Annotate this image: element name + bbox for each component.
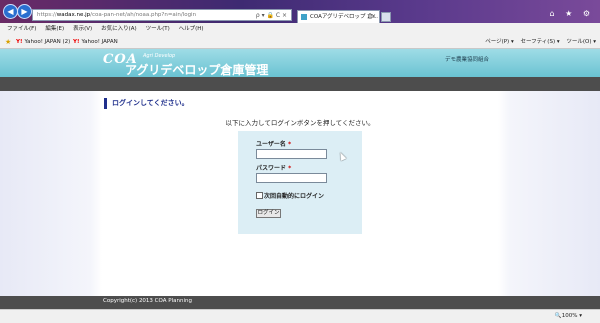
main-content: ログインしてください。 以下に入力してログインボタンを押してください。 ユーザー… (0, 91, 600, 296)
copyright-text: Copyright(c) 2013 COA Planning (103, 298, 192, 304)
tab-close-icon[interactable]: × (371, 11, 376, 23)
site-footer: Copyright(c) 2013 COA Planning (0, 296, 600, 309)
favorite-yahoo[interactable]: Y! Yahoo! JAPAN (73, 36, 118, 48)
tools-menu[interactable]: ツール(O) ▾ (566, 39, 596, 45)
url-domain: wadax.ne.jp (56, 12, 91, 18)
username-input[interactable] (256, 149, 327, 159)
organization-name: デモ農業協同組合 (445, 57, 490, 63)
site-logo-title: アグリデベロップ倉庫管理 (125, 63, 269, 77)
safety-menu[interactable]: セーフティ(S) ▾ (520, 39, 559, 45)
menu-file[interactable]: ファイル(F) (7, 23, 36, 36)
page-menu[interactable]: ページ(P) ▾ (485, 39, 514, 45)
site-favicon-icon (301, 14, 307, 20)
home-favorites-settings-icons[interactable]: ⌂ ★ ⚙ (549, 9, 594, 18)
tab-title: COAアグリデベロップ 倉... (310, 14, 379, 20)
menu-tools[interactable]: ツール(T) (146, 23, 170, 36)
password-input[interactable] (256, 173, 327, 183)
browser-titlebar: ◀ ▶ https://wadax.ne.jp/coa-pan-net/ah/n… (0, 0, 600, 23)
remember-label: 次回自動的にログイン (264, 193, 325, 200)
username-label: ユーザー名 * (256, 141, 292, 148)
browser-tab[interactable]: COAアグリデベロップ 倉... × (297, 10, 380, 23)
yahoo-icon: Y! (16, 39, 23, 45)
favorites-bar: ★ Y! Yahoo! JAPAN (2) Y! Yahoo! JAPAN ページ(… (0, 36, 600, 49)
url-prefix: https:// (37, 12, 57, 18)
forward-button[interactable]: ▶ (17, 4, 32, 19)
login-form: ユーザー名 * パスワード * 次回自動的にログイン ログイン (238, 131, 362, 234)
favorite-yahoo-2[interactable]: Y! Yahoo! JAPAN (2) (16, 36, 70, 48)
browser-statusbar: 🔍100% ▾ (0, 309, 600, 323)
menu-help[interactable]: ヘルプ(H) (179, 23, 204, 36)
back-button[interactable]: ◀ (3, 4, 18, 19)
site-logo-sub: Agri Develop (143, 53, 176, 59)
address-tools[interactable]: ρ ▾ 🔒 C × (256, 10, 287, 20)
zoom-control[interactable]: 🔍100% ▾ (555, 310, 582, 323)
menu-bar: ファイル(F) 編集(E) 表示(V) お気に入り(A) ツール(T) ヘルプ(… (0, 23, 600, 36)
page-title: ログインしてください。 (104, 98, 189, 109)
url-path: /coa-pan-net/ah/noaa.php?n=ain/login (90, 12, 197, 18)
login-instruction: 以下に入力してログインボタンを押してください。 (225, 119, 375, 127)
favorites-star-icon[interactable]: ★ (5, 36, 11, 48)
command-bar: ページ(P) ▾ セーフティ(S) ▾ ツール(O) ▾ (480, 36, 596, 48)
menu-edit[interactable]: 編集(E) (45, 23, 64, 36)
address-bar[interactable]: https://wadax.ne.jp/coa-pan-net/ah/noaa.… (32, 9, 292, 21)
remember-checkbox[interactable] (256, 192, 263, 199)
required-mark: * (287, 141, 292, 148)
login-button[interactable]: ログイン (256, 209, 281, 218)
header-dark-bar (0, 77, 600, 91)
yahoo-icon: Y! (73, 39, 80, 45)
menu-favorites[interactable]: お気に入り(A) (101, 23, 137, 36)
password-label: パスワード * (256, 165, 292, 172)
menu-view[interactable]: 表示(V) (73, 23, 92, 36)
required-mark: * (288, 165, 292, 172)
new-tab-button[interactable] (381, 12, 391, 22)
